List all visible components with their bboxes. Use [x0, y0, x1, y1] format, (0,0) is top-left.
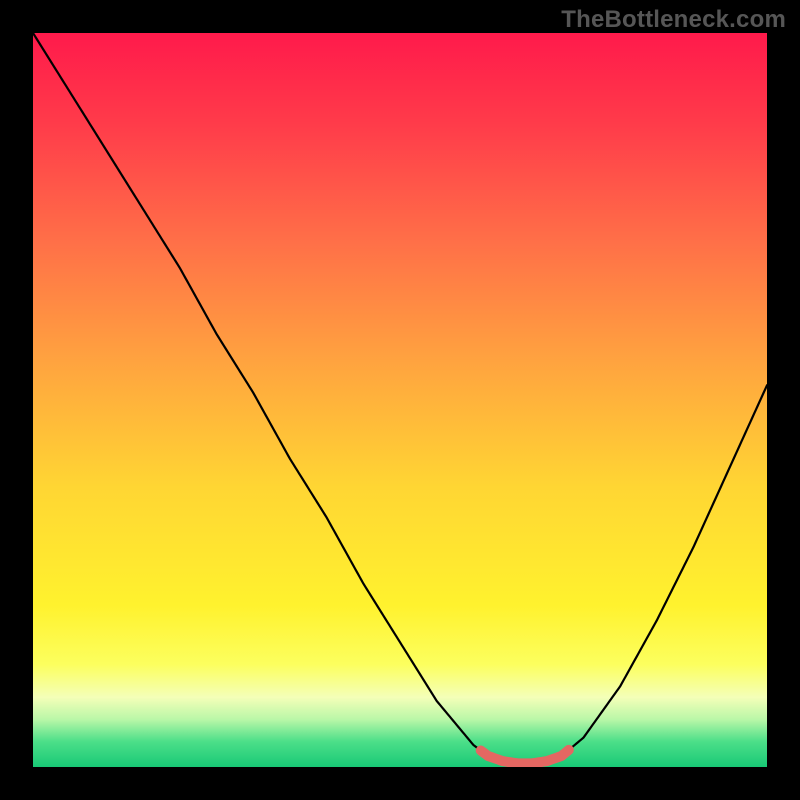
chart-svg — [0, 0, 800, 800]
chart-frame: TheBottleneck.com — [0, 0, 800, 800]
plot-background — [33, 33, 767, 767]
watermark-text: TheBottleneck.com — [561, 6, 786, 34]
